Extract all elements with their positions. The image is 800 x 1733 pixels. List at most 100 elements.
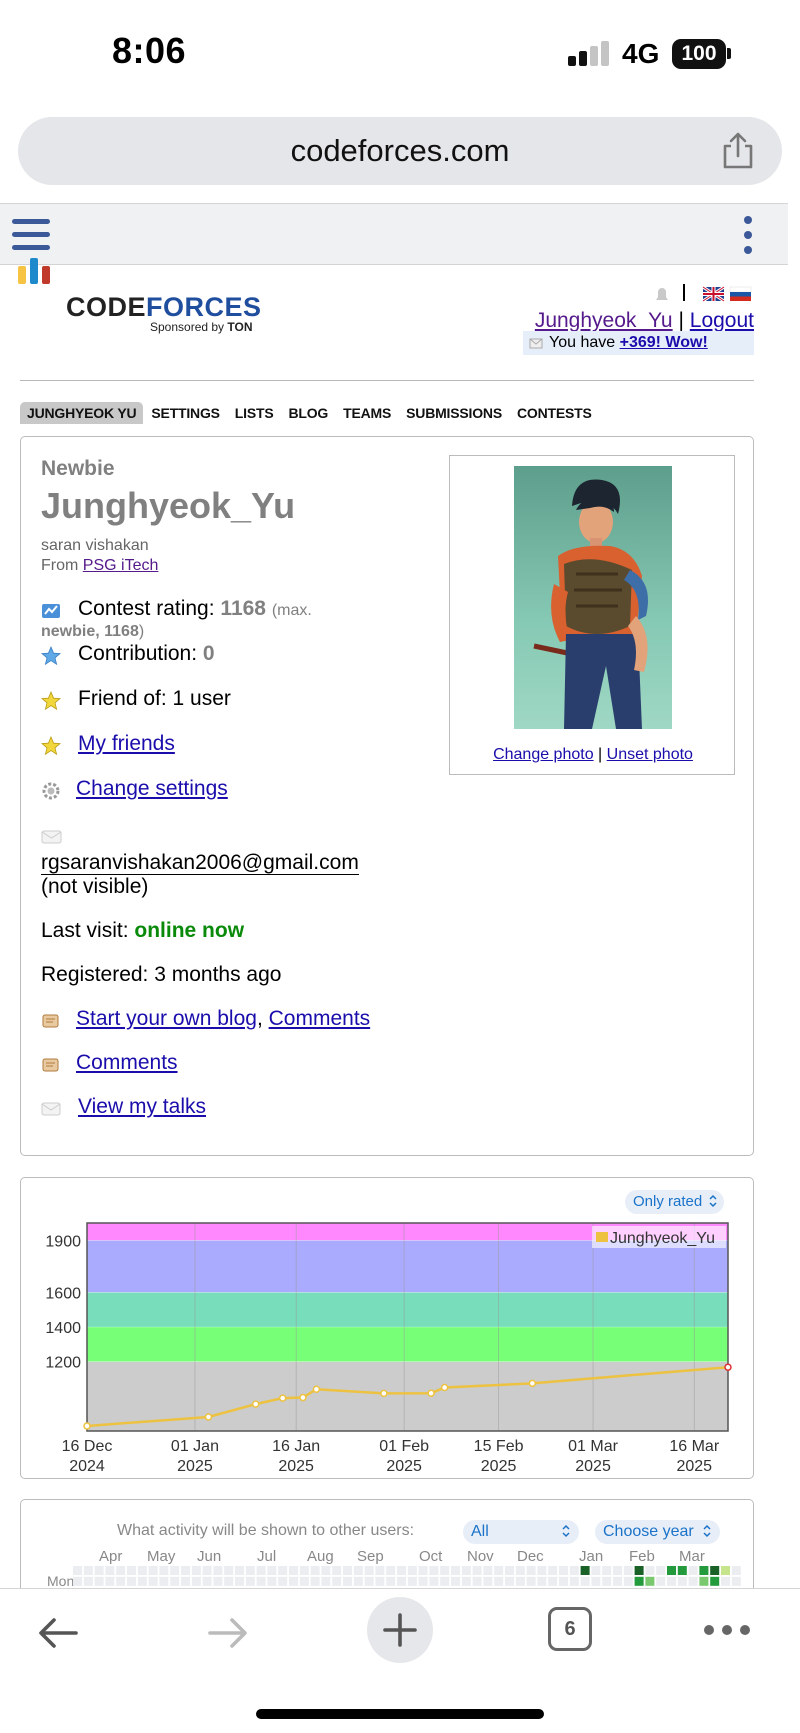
activity-cell <box>440 1576 450 1586</box>
scroll-icon <box>42 1058 59 1072</box>
share-icon[interactable] <box>720 132 756 170</box>
more-menu-icon[interactable] <box>704 1625 750 1635</box>
nav-tab-submissions[interactable]: Submissions <box>399 402 509 424</box>
hamburger-menu-icon[interactable] <box>12 219 50 251</box>
organization-line: From PSG iTech <box>41 557 159 574</box>
activity-cell <box>548 1576 558 1586</box>
home-indicator <box>256 1709 544 1719</box>
activity-cell <box>472 1576 482 1586</box>
avatar <box>514 466 672 729</box>
rating-point <box>440 1383 449 1392</box>
activity-cell <box>397 1566 406 1575</box>
nav-tab-profile[interactable]: Junghyeok Yu <box>20 402 144 424</box>
activity-cell <box>559 1576 568 1586</box>
activity-cell <box>353 1576 363 1586</box>
x-tick-year: 2025 <box>278 1458 314 1475</box>
my-friends-link[interactable]: My friends <box>78 732 175 755</box>
nav-tab-settings[interactable]: Settings <box>144 402 226 424</box>
unset-photo-link[interactable]: Unset photo <box>607 746 693 763</box>
battery-tip <box>727 48 731 59</box>
activity-cell <box>159 1566 169 1575</box>
activity-cell <box>580 1566 590 1575</box>
month-label: Sep <box>357 1548 384 1565</box>
activity-cell <box>213 1566 223 1575</box>
activity-cell <box>505 1566 514 1575</box>
logout-link[interactable]: Logout <box>690 309 754 332</box>
rating-band <box>87 1240 728 1293</box>
back-arrow-icon[interactable] <box>36 1611 80 1655</box>
activity-cell <box>94 1576 104 1586</box>
activity-cell <box>310 1566 320 1575</box>
comments-link[interactable]: Comments <box>269 1007 371 1030</box>
start-blog-link[interactable]: Start your own blog <box>76 1007 257 1030</box>
sponsor-line: Sponsored by TON <box>150 320 253 334</box>
comments-link-2[interactable]: Comments <box>76 1051 178 1074</box>
activity-cell <box>526 1576 536 1586</box>
activity-cell <box>137 1566 147 1575</box>
rating-point <box>312 1385 321 1393</box>
nav-tab-blog[interactable]: Blog <box>281 402 335 424</box>
tabs-button[interactable]: 6 <box>548 1607 592 1651</box>
activity-cell <box>321 1576 331 1586</box>
header-username-link[interactable]: Junghyeok_Yu <box>535 309 673 332</box>
activity-cell <box>148 1566 158 1575</box>
activity-cell <box>569 1566 579 1575</box>
scroll-icon <box>42 1014 59 1028</box>
activity-cell <box>94 1566 104 1575</box>
activity-cell <box>537 1566 547 1575</box>
activity-cell <box>148 1576 158 1586</box>
updown-chevron-icon <box>709 1194 717 1208</box>
nav-tab-teams[interactable]: Teams <box>336 402 398 424</box>
contribution-value: 0 <box>202 642 215 665</box>
rating-chart-box: 16 Dec 2024 01 Jan 2025 16 Jan 2025 01 Feb 2025… <box>20 1177 754 1479</box>
activity-cell <box>645 1576 655 1586</box>
x-tick-year: 2025 <box>386 1458 422 1475</box>
activity-cell <box>451 1576 460 1586</box>
forward-arrow-icon[interactable] <box>206 1611 250 1655</box>
activity-cell <box>127 1576 136 1586</box>
activity-cell <box>494 1566 504 1575</box>
activity-cell <box>235 1576 244 1586</box>
activity-cell <box>656 1576 666 1586</box>
nav-tab-contests[interactable]: Contests <box>510 402 599 424</box>
rating-band <box>87 1361 728 1431</box>
activity-cell <box>386 1566 396 1575</box>
activity-cell <box>343 1576 352 1586</box>
activity-cell <box>634 1566 644 1575</box>
x-tick-year: 2025 <box>676 1458 712 1475</box>
month-label: May <box>147 1548 176 1565</box>
activity-cell <box>299 1576 309 1586</box>
activity-cell <box>289 1576 298 1586</box>
rating-point <box>299 1393 307 1402</box>
more-options-icon[interactable] <box>742 216 754 254</box>
rating-point <box>251 1400 260 1408</box>
choose-year-select[interactable]: Choose year <box>595 1520 720 1544</box>
organization-link[interactable]: PSG iTech <box>83 557 159 574</box>
activity-cell <box>278 1576 288 1586</box>
activity-cell <box>440 1566 450 1575</box>
address-bar[interactable]: codeforces.com <box>18 117 782 185</box>
photo-box: Change photo | Unset photo <box>449 455 735 775</box>
logo-wordmark: CODEFORCES <box>66 292 262 322</box>
new-tab-button[interactable] <box>367 1597 433 1663</box>
change-photo-link[interactable]: Change photo <box>493 746 594 763</box>
only-rated-select[interactable]: Only rated <box>625 1190 725 1214</box>
activity-cell <box>721 1566 730 1575</box>
codeforces-logo[interactable]: CODEFORCES Sponsored by TON <box>18 258 268 340</box>
month-label: Jul <box>257 1548 277 1565</box>
activity-visibility-select[interactable]: All <box>463 1520 579 1544</box>
rating-point <box>380 1389 388 1398</box>
activity-cell <box>623 1566 633 1575</box>
activity-cell <box>710 1576 720 1586</box>
change-settings-link[interactable]: Change settings <box>76 777 228 800</box>
battery-icon: 100 <box>672 39 726 69</box>
nav-tab-lists[interactable]: Lists <box>228 402 281 424</box>
activity-cell <box>105 1566 115 1575</box>
bell-icon <box>656 288 668 300</box>
activity-cell <box>526 1566 536 1575</box>
wow-link[interactable]: +369! Wow! <box>620 334 708 351</box>
url-text[interactable]: codeforces.com <box>18 133 782 169</box>
activity-cell <box>321 1566 331 1575</box>
view-talks-link[interactable]: View my talks <box>78 1095 206 1118</box>
activity-cell <box>245 1576 255 1586</box>
